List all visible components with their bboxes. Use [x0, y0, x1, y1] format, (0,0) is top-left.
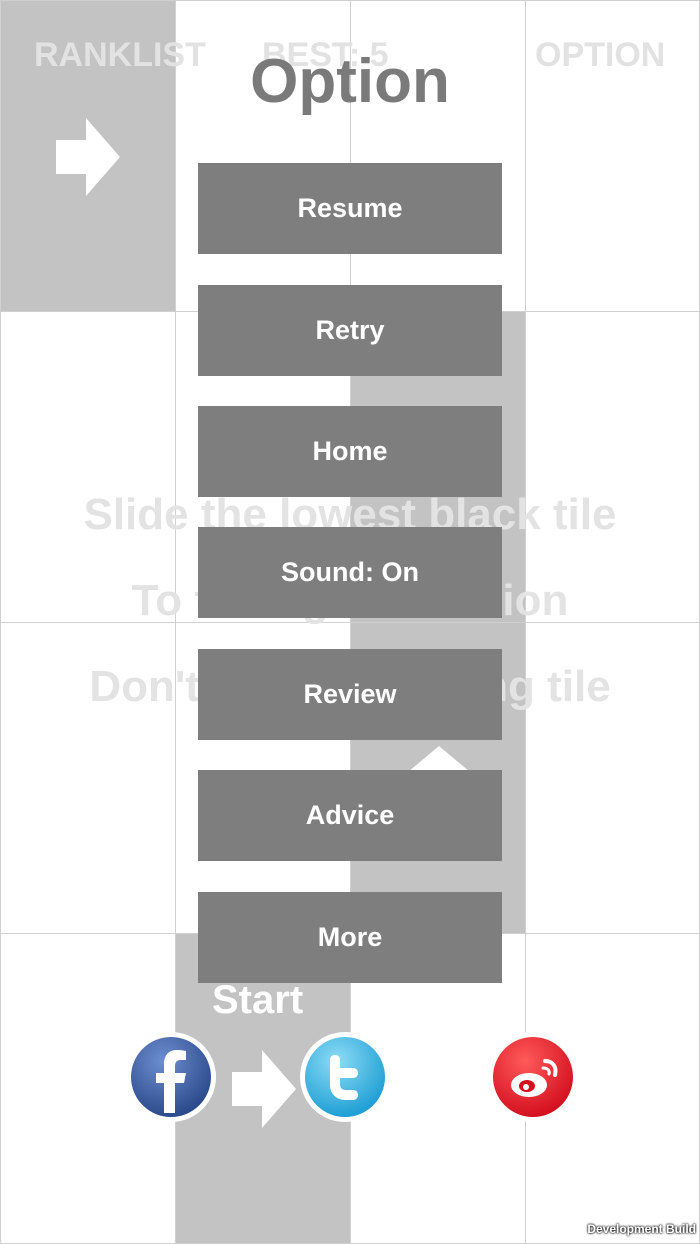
arrow-right-icon	[232, 1050, 296, 1128]
twitter-share-button[interactable]	[300, 1032, 390, 1122]
development-build-label: Development Build	[587, 1222, 696, 1236]
advice-button[interactable]: Advice	[198, 770, 502, 861]
more-button[interactable]: More	[198, 892, 502, 983]
option-dialog-title: Option	[250, 47, 450, 116]
facebook-share-button[interactable]	[126, 1032, 216, 1122]
arrow-right-icon	[56, 118, 120, 196]
home-button[interactable]: Home	[198, 406, 502, 497]
twitter-icon	[305, 1037, 385, 1117]
resume-button[interactable]: Resume	[198, 163, 502, 254]
facebook-icon	[131, 1037, 211, 1117]
weibo-share-button[interactable]	[488, 1032, 578, 1122]
review-button[interactable]: Review	[198, 649, 502, 740]
start-label[interactable]: Start	[212, 978, 303, 1023]
arrow-up-icon	[408, 746, 470, 772]
retry-button[interactable]: Retry	[198, 285, 502, 376]
sound-toggle-button[interactable]: Sound: On	[198, 527, 502, 618]
weibo-icon	[493, 1037, 573, 1117]
